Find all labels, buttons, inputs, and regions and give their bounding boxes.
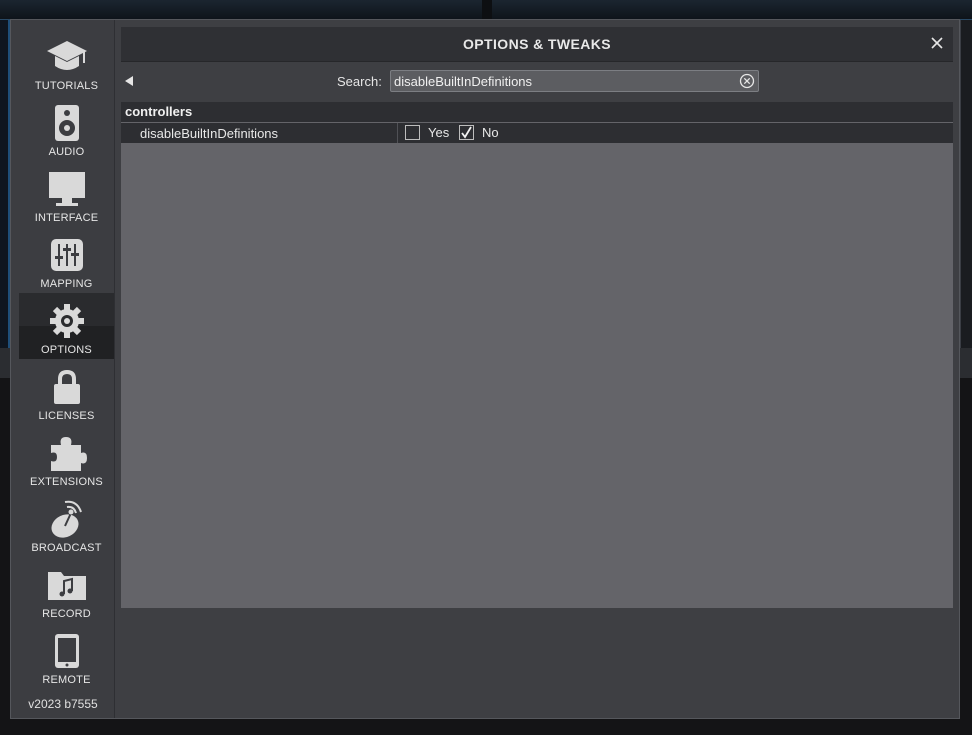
sidebar-item-extensions[interactable]: EXTENSIONS — [19, 425, 114, 491]
sidebar-item-mapping[interactable]: MAPPING — [19, 227, 114, 293]
sidebar-item-label: AUDIO — [48, 146, 85, 158]
options-main-panel: OPTIONS & TWEAKS Search: disableBuiltInD… — [121, 27, 953, 713]
sidebar-item-label: INTERFACE — [34, 212, 99, 224]
search-input[interactable] — [394, 71, 734, 91]
no-checkbox[interactable] — [459, 125, 474, 140]
sidebar-item-label: BROADCAST — [31, 542, 102, 554]
back-arrow-icon — [125, 76, 133, 86]
background-right-strip — [960, 20, 972, 350]
options-dialog: TUTORIALS AUDIO INTERFACE MAPPING OPTION… — [10, 19, 960, 719]
choice-label: Yes — [428, 125, 450, 140]
sidebar-item-label: REMOTE — [42, 674, 91, 686]
sidebar-item-audio[interactable]: AUDIO — [19, 95, 114, 161]
gear-icon — [45, 299, 89, 343]
sidebar-item-options[interactable]: OPTIONS — [19, 293, 114, 359]
sidebar-item-label: LICENSES — [38, 410, 95, 422]
clear-search-button[interactable] — [739, 73, 755, 89]
search-label: Search: — [337, 74, 382, 89]
clear-circle-icon — [739, 73, 755, 89]
sliders-icon — [45, 233, 89, 277]
sidebar-item-label: TUTORIALS — [34, 80, 99, 92]
speaker-icon — [45, 101, 89, 145]
option-name: disableBuiltInDefinitions — [140, 126, 279, 141]
version-label: v2023 b7555 — [28, 697, 98, 711]
options-list: controllers disableBuiltInDefinitions Ye… — [121, 102, 953, 608]
close-button[interactable] — [929, 35, 945, 51]
sidebar-item-label: MAPPING — [40, 278, 93, 290]
back-button[interactable] — [123, 74, 135, 88]
tablet-icon — [45, 629, 89, 673]
option-group-header: controllers — [121, 102, 953, 122]
option-choice-yes[interactable]: Yes — [405, 125, 449, 140]
sidebar-item-label: OPTIONS — [41, 344, 92, 356]
close-icon — [931, 37, 943, 49]
dialog-title: OPTIONS & TWEAKS — [463, 36, 611, 52]
sidebar-item-tutorials[interactable]: TUTORIALS — [19, 29, 114, 95]
checkmark-icon — [461, 126, 472, 139]
satellite-dish-icon — [45, 497, 89, 541]
search-box — [390, 70, 759, 92]
sidebar-item-remote[interactable]: REMOTE — [19, 623, 114, 689]
dialog-titlebar: OPTIONS & TWEAKS — [121, 27, 953, 62]
sidebar-item-interface[interactable]: INTERFACE — [19, 161, 114, 227]
sidebar-item-licenses[interactable]: LICENSES — [19, 359, 114, 425]
settings-sidebar: TUTORIALS AUDIO INTERFACE MAPPING OPTION… — [11, 20, 115, 718]
option-choice-no[interactable]: No — [459, 125, 499, 140]
puzzle-icon — [45, 431, 89, 475]
sidebar-item-record[interactable]: RECORD — [19, 557, 114, 623]
search-row: Search: — [121, 69, 953, 95]
sidebar-item-label: RECORD — [42, 608, 91, 620]
sidebar-item-broadcast[interactable]: BROADCAST — [19, 491, 114, 557]
background-deck-left — [0, 0, 482, 20]
monitor-icon — [45, 167, 89, 211]
choice-label: No — [482, 125, 499, 140]
music-folder-icon — [45, 563, 89, 607]
option-row: disableBuiltInDefinitions Yes No — [121, 123, 953, 143]
lock-icon — [45, 365, 89, 409]
yes-checkbox[interactable] — [405, 125, 420, 140]
background-deck-right — [492, 0, 972, 20]
sidebar-item-label: EXTENSIONS — [30, 476, 103, 488]
background-left-strip — [0, 20, 10, 350]
option-divider — [397, 123, 398, 143]
graduation-cap-icon — [45, 35, 89, 79]
